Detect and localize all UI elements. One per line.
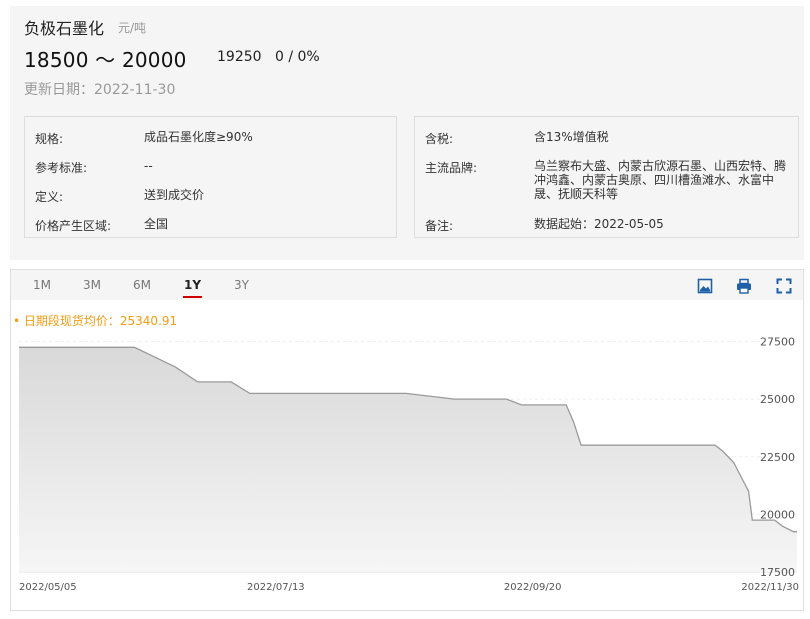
info-value: --	[144, 159, 153, 173]
tax-brand-info-box: 含税: 含13%增值税 主流品牌: 乌兰察布大盛、内蒙古欣源石墨、山西宏特、腾冲…	[414, 116, 799, 238]
info-label: 价格产生区域:	[35, 219, 112, 233]
info-label: 含税:	[425, 132, 454, 146]
x-tick-label: 2022/07/13	[247, 582, 305, 593]
x-tick-label: 2022/09/20	[504, 582, 562, 593]
y-tick-label: 27500	[760, 336, 795, 349]
y-tick-label: 22500	[760, 451, 795, 464]
info-value: 送到成交价	[144, 188, 205, 202]
info-label: 规格:	[35, 132, 64, 146]
price-range: 18500 ～ 20000	[24, 48, 187, 72]
spec-info-box: 规格: 成品石墨化度≥90% 参考标准: -- 定义: 送到成交价 价格产生区域…	[24, 116, 397, 238]
info-value: 全国	[144, 217, 169, 231]
info-value: 含13%增值税	[534, 130, 609, 144]
x-tick-label: 2022/05/05	[19, 582, 77, 593]
x-tick-label: 2022/11/30	[741, 582, 799, 593]
info-label: 主流品牌:	[425, 161, 478, 175]
info-label: 备注:	[425, 219, 454, 233]
average-price: 19250	[217, 49, 262, 65]
update-date: 更新日期：2022-11-30	[24, 82, 176, 98]
info-value: 乌兰察布大盛、内蒙古欣源石墨、山西宏特、腾冲鸿鑫、内蒙古奥原、四川槽渔滩水、水富…	[534, 159, 787, 201]
price-chart-panel: 1M 3M 6M 1Y 3Y • 日期段现货均价：25340.91 17500 …	[10, 269, 804, 611]
info-value: 数据起始：2022-05-05	[534, 217, 664, 231]
price-area-chart: 17500 20000 22500 25000 27500 2022/05/05 2022…	[19, 336, 799, 593]
price-area-fill	[19, 347, 797, 572]
y-tick-label: 25000	[760, 393, 795, 406]
product-info-panel: 负极石墨化 元/吨 18500 ～ 20000 19250 0 / 0% 更新日…	[10, 6, 804, 260]
y-tick-label: 20000	[760, 508, 795, 521]
info-value: 成品石墨化度≥90%	[144, 130, 253, 144]
price-unit: 元/吨	[118, 21, 147, 35]
info-label: 参考标准:	[35, 161, 88, 175]
product-name: 负极石墨化	[24, 19, 105, 38]
price-change: 0 / 0%	[275, 49, 320, 65]
info-label: 定义:	[35, 190, 64, 204]
y-tick-label: 17500	[760, 566, 795, 579]
